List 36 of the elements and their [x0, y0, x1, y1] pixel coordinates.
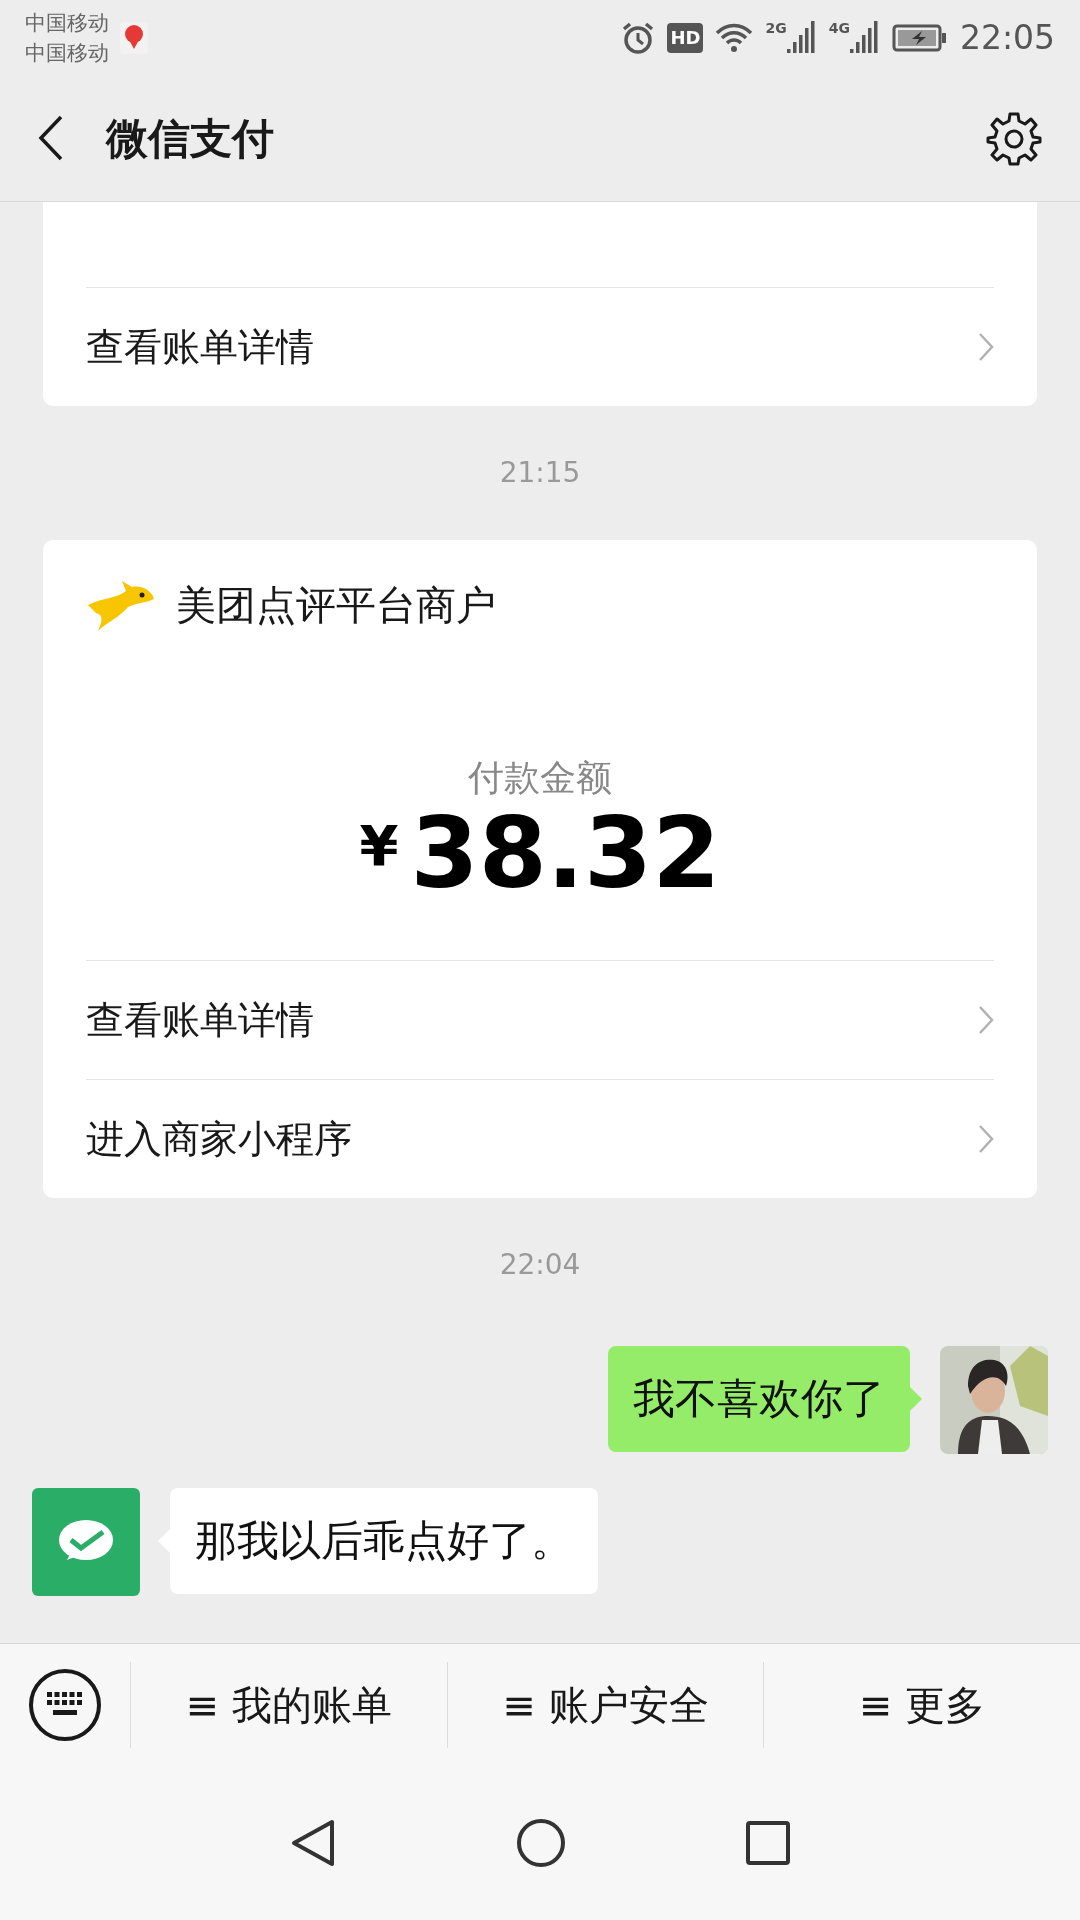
- network-type: 4G: [828, 20, 850, 35]
- payment-amount: 38.32: [410, 804, 721, 902]
- menu-button[interactable]: ≡ 账户安全: [502, 1674, 709, 1735]
- chevron-right-icon: [978, 1005, 994, 1035]
- back-triangle-icon[interactable]: [290, 1817, 336, 1868]
- hd-badge: HD: [667, 22, 704, 53]
- recents-square-icon[interactable]: [746, 1820, 790, 1865]
- amount-label: 付款金额: [468, 760, 612, 796]
- currency-symbol: ¥: [359, 818, 399, 874]
- link-row[interactable]: 进入商家小程序: [86, 1079, 994, 1198]
- link-row[interactable]: 查看账单详情: [86, 287, 994, 406]
- wifi-icon: [715, 22, 754, 53]
- menu-button[interactable]: ≡ 更多: [859, 1674, 986, 1735]
- network-type: 2G: [765, 20, 787, 35]
- link-row[interactable]: 查看账单详情: [86, 960, 994, 1079]
- sent-bubble: 我不喜欢你了: [608, 1346, 910, 1452]
- link-label: 查看账单详情: [86, 996, 314, 1044]
- carrier-name: 中国移动: [25, 39, 109, 67]
- clock-time: 22:05: [959, 16, 1055, 59]
- home-circle-icon[interactable]: [516, 1817, 566, 1868]
- back-icon[interactable]: [38, 115, 64, 161]
- settings-icon[interactable]: [986, 110, 1042, 166]
- link-label: 查看账单详情: [86, 323, 314, 371]
- menu-button[interactable]: ≡ 我的账单: [185, 1674, 392, 1735]
- link-label: 进入商家小程序: [86, 1115, 352, 1163]
- battery-charging-icon: [891, 23, 948, 52]
- merchant-name: 美团点评平台商户: [176, 581, 496, 630]
- keyboard-icon[interactable]: [28, 1667, 102, 1742]
- timestamp: 22:04: [499, 1247, 581, 1283]
- timestamp: 21:15: [499, 455, 581, 491]
- chevron-right-icon: [978, 1124, 994, 1154]
- chevron-right-icon: [978, 332, 994, 362]
- page-title: 微信支付: [106, 112, 274, 165]
- carrier-name: 中国移动: [25, 9, 109, 37]
- alarm-icon: [621, 20, 656, 55]
- received-bubble: 那我以后乖点好了。: [170, 1488, 598, 1594]
